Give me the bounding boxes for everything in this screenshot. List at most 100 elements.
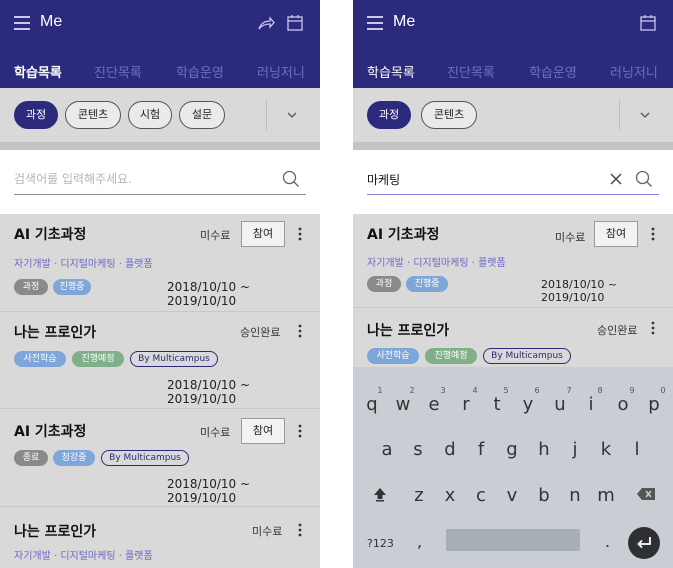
key-b[interactable]: b	[530, 485, 558, 506]
divider-strip	[353, 142, 673, 150]
course-card[interactable]: AI 기초과정 미수료 참여 자기개발 · 디지털마케팅 · 플랫폼 과정 진행…	[353, 214, 673, 308]
course-date: 2018/10/10 ~ 2019/10/10	[167, 280, 251, 308]
key-d[interactable]: d	[436, 439, 464, 460]
course-card[interactable]: AI 기초과정 미수료 참여 자기개발 · 디지털마케팅 · 플랫폼 과정 진행…	[0, 214, 320, 312]
more-icon[interactable]	[649, 320, 657, 336]
backspace-icon[interactable]	[636, 487, 656, 501]
tab-diagnosis-list[interactable]: 진단목록	[94, 62, 142, 81]
key-w[interactable]: w	[389, 394, 417, 415]
share-icon[interactable]	[256, 13, 276, 33]
tab-learning-journey[interactable]: 러닝저니	[257, 62, 305, 81]
menu-icon[interactable]	[14, 16, 30, 30]
tab-bar: 학습목록 진단목록 학습운영 러닝저니	[353, 56, 673, 88]
filter-chip-course[interactable]: 과정	[14, 101, 58, 129]
key-k[interactable]: k	[592, 439, 620, 460]
badge-provider: By Multicampus	[483, 348, 571, 364]
key-m[interactable]: m	[592, 485, 620, 506]
calendar-icon[interactable]	[638, 13, 658, 33]
key-r[interactable]: r	[452, 394, 480, 415]
key-a[interactable]: a	[373, 439, 401, 460]
badge-type: 과정	[14, 279, 48, 295]
chevron-down-icon[interactable]	[285, 108, 299, 122]
key-space[interactable]	[446, 529, 580, 551]
course-status: 미수료	[555, 231, 586, 244]
search-input[interactable]	[367, 167, 593, 191]
search-icon[interactable]	[282, 170, 300, 188]
menu-icon[interactable]	[367, 16, 383, 30]
course-card[interactable]: 나는 프로인가 승인완료 사전학습 진행예정 By Multicampus	[353, 308, 673, 370]
shift-icon[interactable]	[372, 486, 388, 502]
key-x[interactable]: x	[436, 485, 464, 506]
search-icon[interactable]	[635, 170, 653, 188]
search-input[interactable]	[14, 167, 240, 191]
tab-learning-operation[interactable]: 학습운영	[529, 62, 577, 81]
key-o[interactable]: o	[609, 394, 637, 415]
tab-diagnosis-list[interactable]: 진단목록	[447, 62, 495, 81]
screen-search-empty: Me 학습목록 진단목록 학습운영 러닝저니 과정 콘텐츠 시험 설문 검색어를…	[0, 0, 320, 568]
clear-icon[interactable]	[609, 172, 623, 186]
course-status: 미수료	[252, 525, 283, 538]
course-title: AI 기초과정	[367, 227, 440, 243]
key-z[interactable]: z	[405, 485, 433, 506]
key-q[interactable]: q	[358, 394, 386, 415]
filter-chip-content[interactable]: 콘텐츠	[421, 101, 477, 129]
badge-type: 종료	[14, 450, 48, 466]
badge-state: 청강중	[53, 450, 95, 466]
key-y[interactable]: y	[514, 394, 542, 415]
key-j[interactable]: j	[561, 439, 589, 460]
tab-learning-list[interactable]: 학습목록	[367, 62, 415, 81]
app-header: Me 학습목록 진단목록 학습운영 러닝저니	[0, 0, 320, 88]
key-v[interactable]: v	[498, 485, 526, 506]
calendar-icon[interactable]	[285, 13, 305, 33]
filter-chip-course[interactable]: 과정	[367, 101, 411, 129]
course-date: 2018/10/10 ~ 2019/10/10	[541, 278, 618, 304]
tab-bar: 학습목록 진단목록 학습운영 러닝저니	[0, 56, 320, 88]
key-symbols[interactable]: ?123	[367, 537, 394, 550]
filter-chip-content[interactable]: 콘텐츠	[65, 101, 121, 129]
chevron-down-icon[interactable]	[638, 108, 652, 122]
course-title: AI 기초과정	[14, 227, 87, 243]
key-s[interactable]: s	[404, 439, 432, 460]
badge-provider: By Multicampus	[101, 450, 189, 466]
key-comma[interactable]: ,	[417, 532, 422, 551]
key-c[interactable]: c	[467, 485, 495, 506]
key-period[interactable]: .	[605, 532, 610, 551]
join-button[interactable]: 참여	[241, 418, 285, 444]
course-category: 자기개발 · 디지털마케팅 · 플랫폼	[367, 258, 506, 269]
key-e[interactable]: e	[420, 394, 448, 415]
enter-key[interactable]	[628, 527, 660, 559]
course-card[interactable]: 나는 프로인가 승인완료 사전학습 진행예정 By Multicampus 20…	[0, 312, 320, 409]
course-card[interactable]: AI 기초과정 미수료 참여 종료 청강중 By Multicampus 201…	[0, 409, 320, 507]
app-title: Me	[40, 13, 63, 30]
more-icon[interactable]	[296, 323, 304, 339]
course-status: 승인완료	[597, 324, 638, 337]
key-h[interactable]: h	[530, 439, 558, 460]
key-g[interactable]: g	[498, 439, 526, 460]
key-t[interactable]: t	[483, 394, 511, 415]
badge-state: 진행중	[406, 276, 448, 292]
more-icon[interactable]	[296, 423, 304, 439]
key-u[interactable]: u	[546, 394, 574, 415]
more-icon[interactable]	[649, 226, 657, 242]
filter-chip-exam[interactable]: 시험	[128, 101, 172, 129]
tab-learning-journey[interactable]: 러닝저니	[610, 62, 658, 81]
more-icon[interactable]	[296, 226, 304, 242]
tab-learning-operation[interactable]: 학습운영	[176, 62, 224, 81]
enter-icon	[637, 537, 651, 549]
key-l[interactable]: l	[623, 439, 651, 460]
filter-chip-survey[interactable]: 설문	[179, 101, 225, 129]
badge-state: 진행중	[53, 279, 91, 295]
badge-state: 진행예정	[72, 351, 124, 367]
badge-type: 사전학습	[14, 351, 66, 367]
key-p[interactable]: p	[640, 394, 668, 415]
key-f[interactable]: f	[467, 439, 495, 460]
course-card[interactable]: 나는 프로인가 미수료 자기개발 · 디지털마케팅 · 플랫폼	[0, 507, 320, 568]
course-title: 나는 프로인가	[367, 323, 450, 339]
key-n[interactable]: n	[561, 485, 589, 506]
join-button[interactable]: 참여	[594, 221, 638, 247]
more-icon[interactable]	[296, 522, 304, 538]
key-i[interactable]: i	[577, 394, 605, 415]
course-category: 자기개발 · 디지털마케팅 · 플랫폼	[14, 551, 153, 562]
tab-learning-list[interactable]: 학습목록	[14, 62, 62, 81]
join-button[interactable]: 참여	[241, 221, 285, 247]
